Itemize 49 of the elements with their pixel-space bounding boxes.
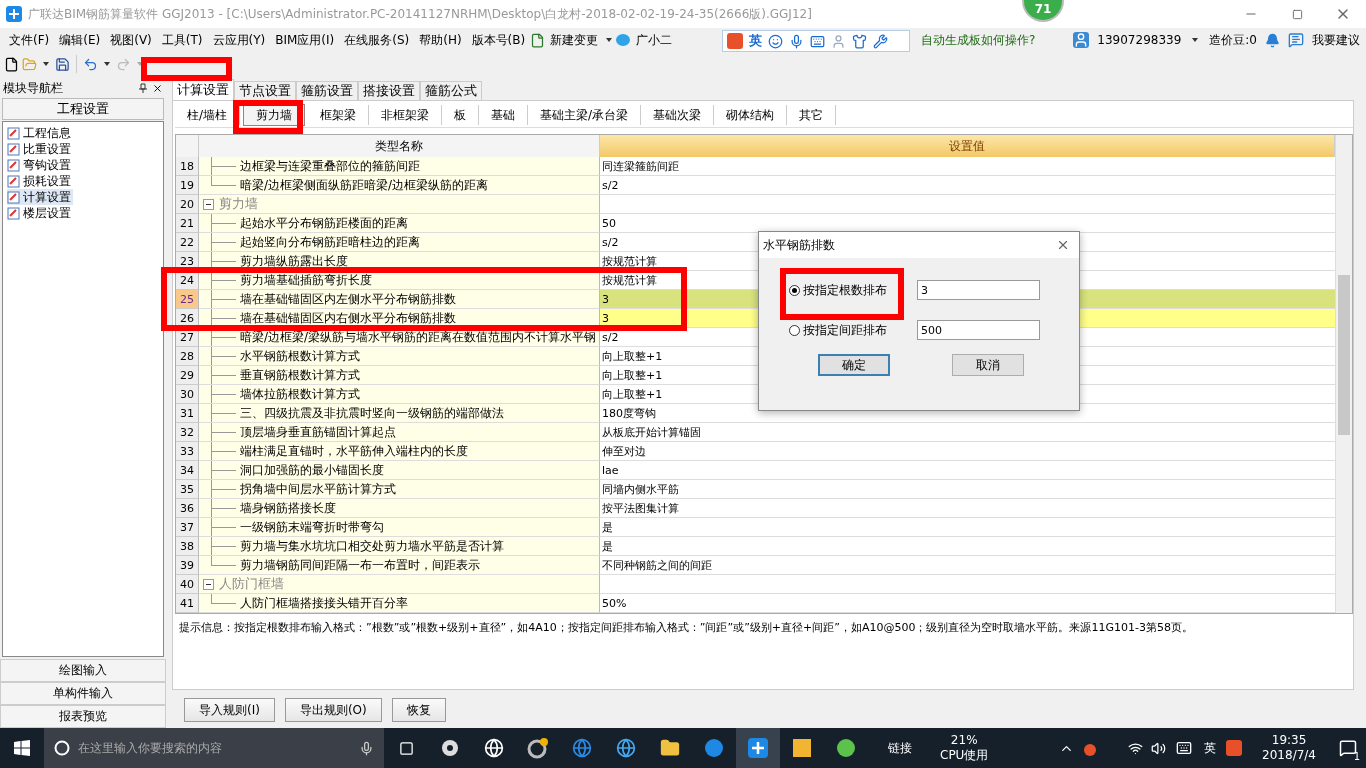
table-cell: 人防门框墙 <box>199 575 600 594</box>
row-number: 40 <box>176 575 199 594</box>
window-title: 广联达BIM钢筋算量软件 GGJ2013 - [C:\Users\Administrator.PC-20141127NRHM\Desktop\白龙村-2018-02-02-19-24-35(2666版).GGJ12] <box>28 5 812 23</box>
cpu-label: CPU使用 <box>940 748 989 763</box>
table-cell: 顶层墙身垂直筋锚固计算起点 <box>199 423 600 442</box>
table-cell: 垂直钢筋根数计算方式 <box>199 366 600 385</box>
row-number: 41 <box>176 594 199 613</box>
row-number: 32 <box>176 423 199 442</box>
row-number: 30 <box>176 385 199 404</box>
table-cell: 墙体拉筋根数计算方式 <box>199 385 600 404</box>
table-cell: 人防门框墙搭接接头错开百分率 <box>199 594 600 613</box>
dialog-title: 水平钢筋排数 <box>763 236 835 254</box>
table-cell: 三、四级抗震及非抗震时竖向一级钢筋的端部做法 <box>199 404 600 423</box>
table-cell: 墙在基础锚固区内左侧水平分布钢筋排数 <box>199 290 600 309</box>
row-number: 18 <box>176 157 199 176</box>
column-header: 类型名称 <box>199 135 600 158</box>
row-number: 39 <box>176 556 199 575</box>
hint-text: 提示信息：按指定根数排布输入格式：”根数”或”根数+级别+直径”，如4A10；按指定间距排布输入格式：”间距”或”级别+直径+间距”，如A10@500；级别直径为空时取墙水平筋。来源11G101-3第58页。 <box>178 620 1194 636</box>
row-number: 36 <box>176 499 199 518</box>
bean-count: 造价豆:0 <box>1209 31 1257 49</box>
column-header: 设置值 <box>600 135 1335 158</box>
row-number: 31 <box>176 404 199 423</box>
table-cell: 水平钢筋根数计算方式 <box>199 347 600 366</box>
table-cell: 剪力墙与集水坑坑口相交处剪力墙水平筋是否计算 <box>199 537 600 556</box>
table-cell: 起始竖向分布钢筋距暗柱边的距离 <box>199 233 600 252</box>
row-number: 33 <box>176 442 199 461</box>
table-cell: 拐角墙中间层水平筋计算方式 <box>199 480 600 499</box>
row-number: 19 <box>176 176 199 195</box>
row-number: 35 <box>176 480 199 499</box>
table-cell: 剪力墙 <box>199 195 600 214</box>
row-number: 21 <box>176 214 199 233</box>
table-cell: 墙身钢筋搭接长度 <box>199 499 600 518</box>
row-number: 29 <box>176 366 199 385</box>
table-cell: 剪力墙钢筋同间距隔一布一布置时，间距表示 <box>199 556 600 575</box>
row-number: 22 <box>176 233 199 252</box>
row-number: 34 <box>176 461 199 480</box>
row-number: 20 <box>176 195 199 214</box>
row-number: 25 <box>176 290 199 309</box>
table-cell: 洞口加强筋的最小锚固长度 <box>199 461 600 480</box>
nav-title: 模块导航栏 <box>3 79 64 97</box>
table-cell: 端柱满足直锚时，水平筋伸入端柱内的长度 <box>199 442 600 461</box>
table-cell: 暗梁/边框梁侧面纵筋距暗梁/边框梁纵筋的距离 <box>199 176 600 195</box>
table-cell: 起始水平分布钢筋距楼面的距离 <box>199 214 600 233</box>
table-cell: 边框梁与连梁重叠部位的箍筋间距 <box>199 157 600 176</box>
cpu-percent: 21% <box>950 733 978 748</box>
row-number: 38 <box>176 537 199 556</box>
row-number: 28 <box>176 347 199 366</box>
row-number: 37 <box>176 518 199 537</box>
table-cell: 一级钢筋末端弯折时带弯勾 <box>199 518 600 537</box>
